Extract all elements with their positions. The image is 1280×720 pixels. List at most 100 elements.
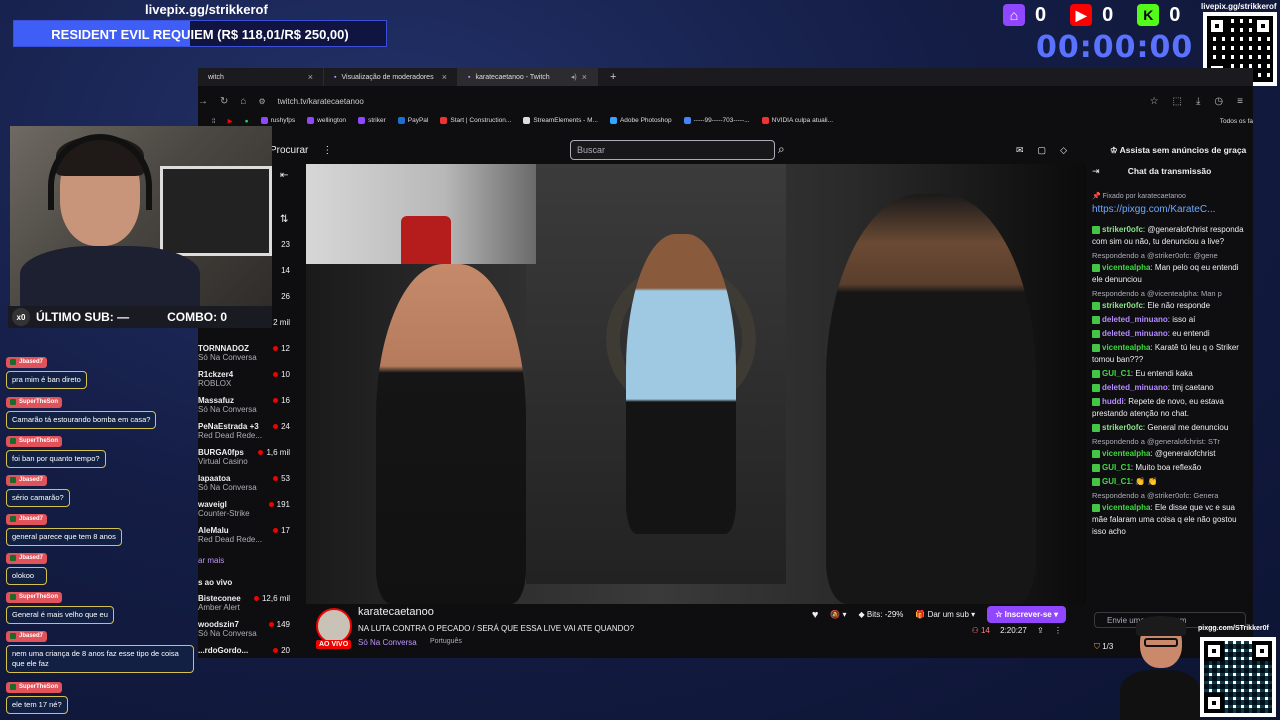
forward-icon[interactable]: → <box>198 96 208 107</box>
chat-username[interactable]: deleted_minuano <box>1102 383 1168 392</box>
notifications-icon[interactable]: ◇ <box>1060 145 1067 156</box>
combo-badge: x0 <box>12 308 30 326</box>
youtube-counter: ▶ 0 <box>1070 4 1113 27</box>
qr2-label: pixgg.com/STrikker0f <box>1198 625 1269 632</box>
no-ads-button[interactable]: ♔ Assista sem anúncios de graça <box>1110 145 1246 156</box>
chat-username[interactable]: huddi <box>1102 397 1124 406</box>
bookmark-all[interactable]: Todos os fa <box>1220 118 1253 125</box>
overlay-chat-username-text: Jbased7 <box>19 633 44 639</box>
sort-icon[interactable]: ⇅ <box>280 214 288 225</box>
whisper-icon[interactable]: ▢ <box>1038 145 1047 156</box>
browse-link[interactable]: Procurar <box>270 145 308 156</box>
whatsapp-icon[interactable]: ● <box>245 118 249 125</box>
chat-username[interactable]: striker0ofc <box>1102 301 1143 310</box>
streamer-name[interactable]: karatecaetanoo <box>358 606 434 618</box>
sidebar-channel[interactable]: woodszin7 Só Na Conversa 149 <box>198 620 294 644</box>
share-icon[interactable]: ⇪ <box>1037 626 1044 635</box>
donation-goal-bar: RESIDENT EVIL REQUIEM (R$ 118,01/R$ 250,… <box>13 20 387 47</box>
sidebar-channel[interactable]: AleMalu Red Dead Rede... 17 <box>198 526 294 550</box>
sidebar-channel[interactable]: lapaatoa Só Na Conversa 53 <box>198 474 294 498</box>
heart-icon[interactable]: ♥ <box>812 609 819 621</box>
twitch-icon: ▪ <box>468 73 471 81</box>
notification-bell-icon[interactable]: 🔕 ▾ <box>830 610 846 619</box>
sidebar-channel[interactable]: ...rdoGordo... 20 <box>198 646 294 658</box>
history-icon[interactable]: ◷ <box>1214 96 1223 107</box>
chat-username[interactable]: vicentealpha <box>1102 263 1150 272</box>
gift-sub-button[interactable]: 🎁 Dar um sub ▾ <box>915 610 975 619</box>
search-input[interactable]: Buscar <box>570 140 775 160</box>
live-badge: AO VIVO <box>316 640 352 649</box>
chat-username[interactable]: striker0ofc <box>1102 225 1143 234</box>
more-icon[interactable]: ⋮ <box>322 145 332 156</box>
chat-username[interactable]: GUI_C1 <box>1102 477 1131 486</box>
new-tab-icon[interactable]: + <box>610 71 616 83</box>
search-icon[interactable]: ⌕ <box>778 142 785 157</box>
stream-chat: ⇥ Chat da transmissão 📌 Fixado por karat… <box>1086 164 1253 658</box>
site-info-icon[interactable]: ⚙ <box>258 97 265 106</box>
close-icon[interactable]: × <box>582 72 587 82</box>
sidebar-channel[interactable]: BURGA0fps Virtual Casino 1,6 mil <box>198 448 294 472</box>
stream-category[interactable]: Só Na Conversa <box>358 638 417 647</box>
chat-username[interactable]: vicentealpha <box>1102 449 1150 458</box>
bookmark-wellington[interactable]: wellington <box>307 117 346 125</box>
video-player[interactable] <box>306 164 1086 604</box>
user-badge-icon <box>10 399 16 405</box>
channel-points[interactable]: ⛉ 1/3 <box>1094 642 1113 652</box>
stream-language[interactable]: Português <box>430 638 462 645</box>
user-badge-icon <box>10 516 16 522</box>
bookmark-striker[interactable]: striker <box>358 117 386 125</box>
chat-username[interactable]: striker0ofc <box>1102 423 1143 432</box>
overlay-chat-username-text: Jbased7 <box>19 477 44 483</box>
sidebar-channel[interactable]: waveigl Counter-Strike 191 <box>198 500 294 524</box>
download-icon[interactable]: ⤓ <box>1196 96 1200 107</box>
bookmark-photoshop[interactable]: Adobe Photoshop <box>609 117 672 125</box>
sidebar-channel[interactable]: Massafuz Só Na Conversa 16 <box>198 396 294 420</box>
menu-icon[interactable]: ≡ <box>1237 96 1243 107</box>
tab-twitch[interactable]: witch × <box>198 68 324 86</box>
bookmark-rushyfps[interactable]: rushyfps <box>260 117 295 125</box>
chat-username[interactable]: vicentealpha <box>1102 503 1150 512</box>
sidebar-channel[interactable]: R1ckzer4 ROBLOX 10 <box>198 370 294 394</box>
bookmark-streamelements[interactable]: StreamElements - M... <box>523 117 598 125</box>
sidebar-channel[interactable]: TORNNADOZ Só Na Conversa 12 <box>198 344 294 368</box>
url-field[interactable]: twitch.tv/karatecaetanoo <box>278 97 364 106</box>
chat-text: : Muito boa reflexão <box>1130 463 1202 472</box>
overlay-chat-text: sério camarão? <box>6 489 70 507</box>
shelf <box>160 166 272 256</box>
tab-karatecaetanoo[interactable]: ▪ karatecaetanoo - Twitch ◂) × <box>458 68 598 86</box>
chat-username[interactable]: GUI_C1 <box>1102 463 1131 472</box>
speaker-icon[interactable]: ◂) <box>571 73 577 81</box>
streamer-avatar[interactable] <box>316 608 352 644</box>
bookmark-paypal[interactable]: PayPal <box>397 117 428 125</box>
chat-username[interactable]: GUI_C1 <box>1102 369 1131 378</box>
youtube-icon[interactable]: ▶ <box>228 117 233 125</box>
home-icon[interactable]: ⌂ <box>240 96 246 107</box>
more-options-icon[interactable]: ⋮ <box>1054 626 1062 635</box>
chat-username[interactable]: deleted_minuano <box>1102 329 1168 338</box>
bookmark-construction[interactable]: Start | Construction... <box>440 117 511 125</box>
chat-message: Respondendo a @striker0ofc: @gene vicente… <box>1092 250 1250 286</box>
reload-icon[interactable]: ↻ <box>220 96 228 107</box>
inbox-icon[interactable]: ✉ <box>1016 145 1024 156</box>
extensions-icon[interactable]: ⬚ <box>1173 96 1182 107</box>
bookmark-703[interactable]: -----99-----703-----... <box>683 117 750 125</box>
bookmark-nvidia[interactable]: NVIDIA culpa atuali... <box>761 117 833 125</box>
bits-button[interactable]: ◆ Bits: -29% <box>859 610 904 619</box>
star-icon[interactable]: ☆ <box>1150 96 1159 107</box>
sidebar-channel[interactable]: PeNaEstrada +3 Red Dead Rede... 24 <box>198 422 294 446</box>
tab-moderators[interactable]: ▪ Visualização de moderadores × <box>324 68 458 86</box>
tab-bar: witch × ▪ Visualização de moderadores × … <box>198 68 1253 86</box>
sidebar-channel[interactable]: Bisteconee Amber Alert 12,6 mil <box>198 594 294 618</box>
chat-username[interactable]: vicentealpha <box>1102 343 1150 352</box>
close-icon[interactable]: × <box>308 72 313 82</box>
overlay-chat-text: General é mais velho que eu <box>6 606 114 624</box>
show-more-link[interactable]: ar mais <box>198 556 224 565</box>
uptime: 2:20:27 <box>1000 626 1027 635</box>
subscribe-button[interactable]: ☆ Inscrever-se ▾ <box>987 606 1066 623</box>
apps-icon[interactable]: ⁞⁞ <box>212 118 216 125</box>
collapse-icon[interactable]: ⇤ <box>280 170 288 181</box>
close-icon[interactable]: × <box>442 72 447 82</box>
overlay-chat-username-text: SuperTheSon <box>19 684 59 690</box>
chat-username[interactable]: deleted_minuano <box>1102 315 1168 324</box>
pinned-link[interactable]: https://pixgg.com/KarateC... <box>1092 204 1215 215</box>
